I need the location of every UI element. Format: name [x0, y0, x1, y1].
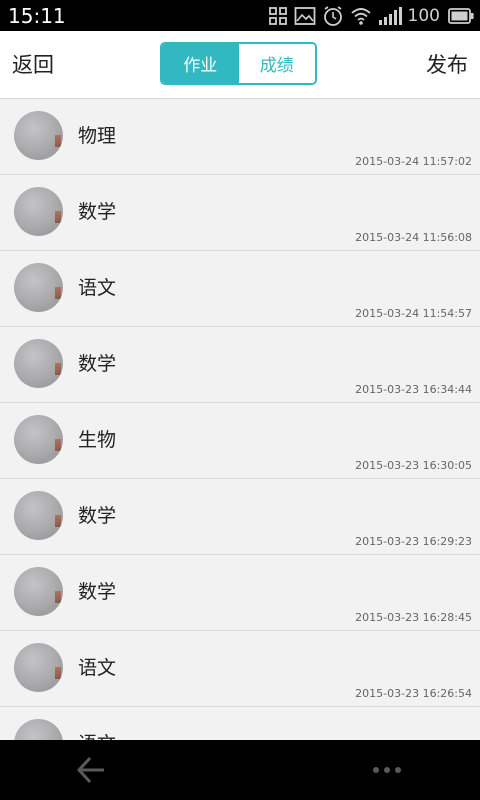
list-item[interactable]: 数学 2015-03-23 16:29:23 [0, 479, 480, 555]
grid-icon [268, 6, 288, 26]
subject-label: 语文 [78, 731, 116, 740]
list-item[interactable]: 生物 2015-03-23 16:30:05 [0, 403, 480, 479]
homework-list: 物理 2015-03-24 11:57:02 数学 2015-03-24 11:… [0, 99, 480, 740]
subject-label: 数学 [78, 353, 117, 375]
back-arrow-icon[interactable] [74, 753, 108, 787]
wifi-icon [350, 6, 372, 26]
subject-label: 语文 [78, 277, 117, 299]
subject-label: 物理 [78, 125, 117, 147]
image-icon [294, 6, 316, 26]
timestamp: 2015-03-23 16:34:44 [355, 383, 472, 396]
status-icons: 100 [268, 4, 474, 28]
list-item[interactable]: 数学 2015-03-23 16:28:45 [0, 555, 480, 631]
timestamp: 2015-03-24 11:57:02 [355, 155, 472, 168]
list-item[interactable]: 物理 2015-03-24 11:57:02 [0, 99, 480, 175]
alarm-icon [322, 5, 344, 27]
tab-homework[interactable]: 作业 [162, 44, 239, 83]
list-item[interactable]: 数学 2015-03-24 11:56:08 [0, 175, 480, 251]
tab-grades[interactable]: 成绩 [238, 44, 315, 83]
list-item[interactable]: 语文 2015-03-24 11:54:57 [0, 251, 480, 327]
battery-icon [448, 8, 474, 24]
avatar [14, 643, 63, 692]
status-time: 15:11 [8, 4, 66, 28]
timestamp: 2015-03-23 16:28:45 [355, 611, 472, 624]
list-item[interactable]: 语文 2015-03-23 16:26:54 [0, 631, 480, 707]
timestamp: 2015-03-23 16:30:05 [355, 459, 472, 472]
timestamp: 2015-03-24 11:56:08 [355, 231, 472, 244]
subject-label: 数学 [78, 201, 117, 223]
back-button[interactable]: 返回 [12, 51, 54, 79]
avatar [14, 719, 63, 740]
avatar [14, 263, 63, 312]
avatar [14, 339, 63, 388]
battery-level: 100 [407, 6, 440, 26]
signal-icon [378, 6, 402, 26]
avatar [14, 111, 63, 160]
list-item[interactable]: 语文 [0, 707, 480, 740]
header: 返回 作业 成绩 发布 [0, 31, 480, 99]
avatar [14, 491, 63, 540]
subject-label: 数学 [78, 505, 117, 527]
list-item[interactable]: 数学 2015-03-23 16:34:44 [0, 327, 480, 403]
more-icon[interactable] [370, 760, 404, 780]
timestamp: 2015-03-23 16:26:54 [355, 687, 472, 700]
subject-label: 生物 [78, 429, 117, 451]
avatar [14, 415, 63, 464]
system-nav-bar [0, 740, 480, 800]
publish-button[interactable]: 发布 [426, 51, 468, 79]
status-bar: 15:11 100 [0, 0, 480, 31]
avatar [14, 187, 63, 236]
avatar [14, 567, 63, 616]
tab-switcher: 作业 成绩 [160, 42, 317, 85]
subject-label: 语文 [78, 657, 117, 679]
timestamp: 2015-03-24 11:54:57 [355, 307, 472, 320]
timestamp: 2015-03-23 16:29:23 [355, 535, 472, 548]
subject-label: 数学 [78, 581, 117, 603]
